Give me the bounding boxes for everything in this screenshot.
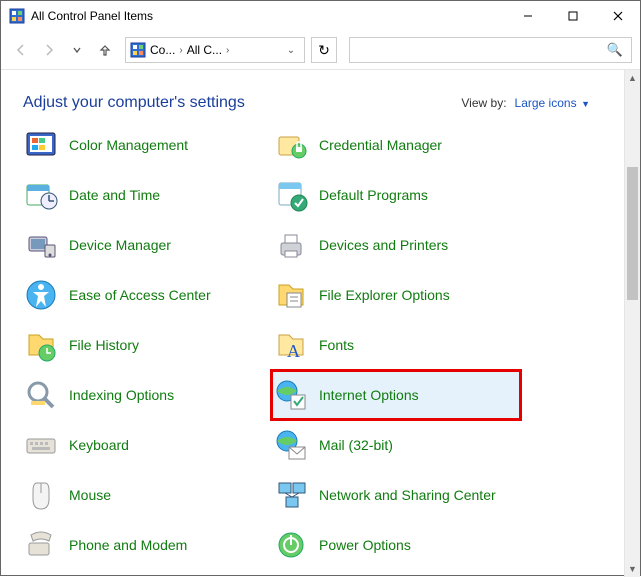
close-button[interactable]	[595, 1, 640, 31]
item-label: Internet Options	[319, 387, 419, 403]
control-panel-item[interactable]: Device Manager	[21, 220, 271, 270]
address-bar[interactable]: Co... › All C... › ⌄	[125, 37, 305, 63]
breadcrumb-item[interactable]: Co...	[150, 43, 175, 57]
scroll-down-arrow[interactable]: ▼	[625, 561, 640, 577]
header-row: Adjust your computer's settings View by:…	[1, 70, 624, 120]
item-label: Color Management	[69, 137, 188, 153]
control-panel-item[interactable]: Power Options	[271, 520, 521, 570]
svg-text:A: A	[287, 341, 300, 361]
maximize-button[interactable]	[550, 1, 595, 31]
item-label: Date and Time	[69, 187, 160, 203]
control-panel-item[interactable]: Credential Manager	[271, 120, 521, 170]
file-history-icon	[23, 327, 59, 363]
forward-button[interactable]	[37, 38, 61, 62]
control-panel-item[interactable]: File Explorer Options	[271, 270, 521, 320]
control-panel-item[interactable]: Default Programs	[271, 170, 521, 220]
minimize-button[interactable]	[505, 1, 550, 31]
caret-down-icon: ▼	[579, 99, 590, 109]
up-button[interactable]	[93, 38, 117, 62]
item-label: Credential Manager	[319, 137, 442, 153]
default-programs-icon	[273, 177, 309, 213]
phone-modem-icon	[23, 527, 59, 563]
chevron-right-icon: ›	[179, 45, 182, 56]
control-panel-icon	[9, 8, 25, 24]
date-time-icon	[23, 177, 59, 213]
network-sharing-icon	[273, 477, 309, 513]
control-panel-item[interactable]: Date and Time	[21, 170, 271, 220]
vertical-scrollbar[interactable]: ▲ ▼	[624, 70, 640, 577]
page-title: Adjust your computer's settings	[23, 94, 461, 112]
item-label: Indexing Options	[69, 387, 174, 403]
mouse-icon	[23, 477, 59, 513]
credential-manager-icon	[273, 127, 309, 163]
keyboard-icon	[23, 427, 59, 463]
item-label: File History	[69, 337, 139, 353]
control-panel-item[interactable]: Indexing Options	[21, 370, 271, 420]
recent-locations-button[interactable]	[65, 38, 89, 62]
breadcrumb-item[interactable]: All C...	[187, 43, 222, 57]
fonts-icon: A	[273, 327, 309, 363]
window-title: All Control Panel Items	[31, 9, 505, 23]
item-label: Mail (32-bit)	[319, 437, 393, 453]
control-panel-item[interactable]: Keyboard	[21, 420, 271, 470]
item-label: File Explorer Options	[319, 287, 450, 303]
control-panel-item[interactable]: Devices and Printers	[271, 220, 521, 270]
mail-icon	[273, 427, 309, 463]
scroll-thumb[interactable]	[627, 167, 638, 300]
control-panel-item[interactable]: A Fonts	[271, 320, 521, 370]
item-label: Power Options	[319, 537, 411, 553]
view-by-control[interactable]: View by: Large icons ▼	[461, 96, 590, 110]
control-panel-item[interactable]: Mail (32-bit)	[271, 420, 521, 470]
back-button[interactable]	[9, 38, 33, 62]
address-icon	[130, 42, 146, 58]
control-panel-item[interactable]: File History	[21, 320, 271, 370]
items-grid: Color Management Credential Manager Date a…	[21, 120, 624, 570]
scroll-up-arrow[interactable]: ▲	[625, 70, 640, 86]
internet-options-icon	[273, 377, 309, 413]
item-label: Keyboard	[69, 437, 129, 453]
titlebar: All Control Panel Items	[1, 1, 640, 31]
chevron-right-icon: ›	[226, 45, 229, 56]
device-manager-icon	[23, 227, 59, 263]
item-label: Ease of Access Center	[69, 287, 211, 303]
search-icon: 🔍	[607, 42, 623, 58]
ease-of-access-icon	[23, 277, 59, 313]
item-label: Device Manager	[69, 237, 171, 253]
item-label: Fonts	[319, 337, 354, 353]
control-panel-item[interactable]: Mouse	[21, 470, 271, 520]
color-management-icon	[23, 127, 59, 163]
item-label: Devices and Printers	[319, 237, 448, 253]
file-explorer-options-icon	[273, 277, 309, 313]
search-input[interactable]: 🔍	[349, 37, 632, 63]
item-label: Network and Sharing Center	[319, 487, 496, 503]
address-dropdown[interactable]: ⌄	[282, 45, 300, 56]
control-panel-item[interactable]: Color Management	[21, 120, 271, 170]
item-label: Mouse	[69, 487, 111, 503]
view-by-label: View by:	[461, 96, 506, 110]
control-panel-item[interactable]: Network and Sharing Center	[271, 470, 521, 520]
devices-printers-icon	[273, 227, 309, 263]
control-panel-item[interactable]: Ease of Access Center	[21, 270, 271, 320]
control-panel-item[interactable]: Phone and Modem	[21, 520, 271, 570]
refresh-button[interactable]: ↻	[311, 37, 337, 63]
indexing-icon	[23, 377, 59, 413]
view-by-value: Large icons	[515, 96, 577, 110]
power-icon	[273, 527, 309, 563]
toolbar: Co... › All C... › ⌄ ↻ 🔍	[1, 31, 640, 69]
control-panel-item[interactable]: Internet Options	[271, 370, 521, 420]
item-label: Phone and Modem	[69, 537, 187, 553]
item-label: Default Programs	[319, 187, 428, 203]
